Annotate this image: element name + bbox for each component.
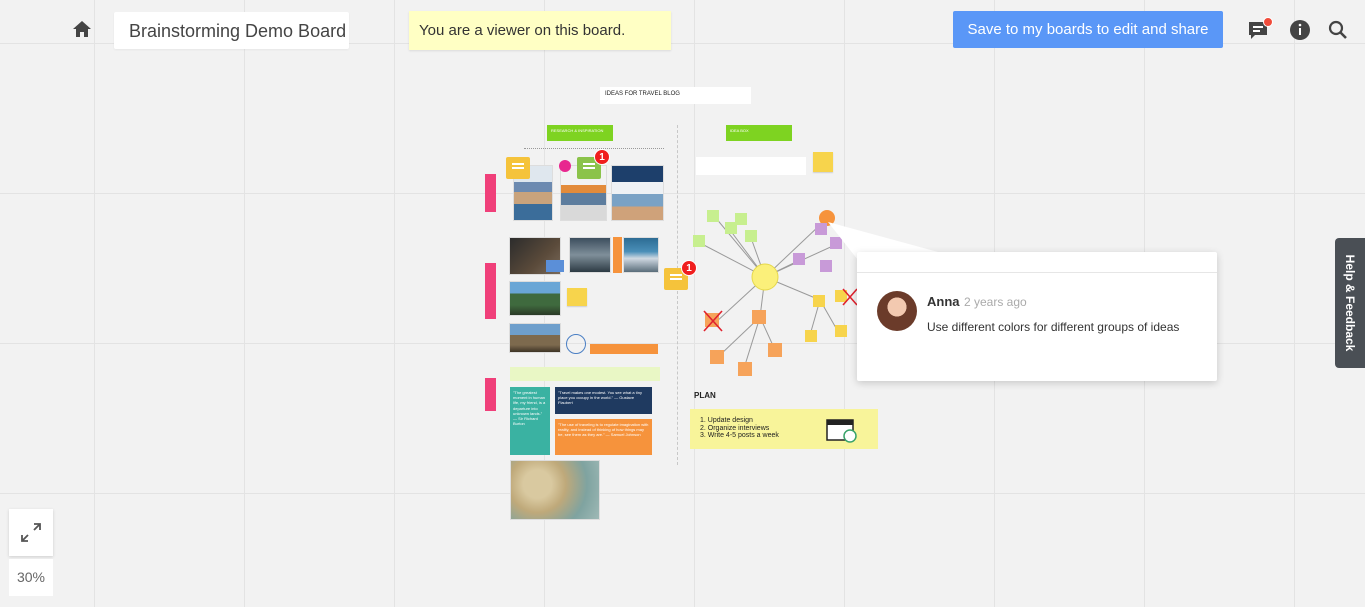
quote-card[interactable]: "Travel makes one modest. You see what a… xyxy=(555,387,652,414)
research-header[interactable]: RESEARCH & INSPIRATION xyxy=(547,125,613,141)
quote-card[interactable]: "The greatest moment in human life, my f… xyxy=(510,387,550,455)
inspiration-picture[interactable] xyxy=(509,323,561,353)
save-to-my-boards-button[interactable]: Save to my boards to edit and share xyxy=(953,11,1223,48)
comment-text: Use different colors for different group… xyxy=(927,320,1180,334)
calendar-icon xyxy=(826,419,857,443)
tag-inspirational-pictures[interactable] xyxy=(485,263,496,319)
quote-banner[interactable] xyxy=(510,367,660,381)
help-feedback-tab[interactable]: Help & Feedback xyxy=(1335,238,1365,368)
popup-divider xyxy=(857,272,1217,273)
quote-card[interactable]: "The use of traveling is to regulate ima… xyxy=(555,419,652,455)
tag-favourites[interactable] xyxy=(485,378,496,411)
globe-icon xyxy=(566,334,586,354)
sticky-note[interactable] xyxy=(813,152,833,172)
comment-count-badge[interactable]: 1 xyxy=(594,149,610,165)
help-feedback-label: Help & Feedback xyxy=(1343,254,1357,352)
comment-marker-icon[interactable] xyxy=(506,157,530,179)
orange-strip xyxy=(613,237,622,273)
inspiration-picture[interactable] xyxy=(623,237,659,273)
sticky-note[interactable] xyxy=(546,260,564,272)
sticker-dot xyxy=(559,160,571,172)
research-caption-line xyxy=(524,148,664,149)
zoom-level: 30% xyxy=(9,559,53,596)
idea-box-header[interactable]: IDEA BOX xyxy=(726,125,792,141)
goal-note[interactable] xyxy=(696,157,806,175)
quote-map-picture[interactable] xyxy=(510,460,600,520)
plan-note[interactable]: 1. Update design 2. Organize interviews … xyxy=(690,409,878,449)
comment-author: Anna xyxy=(927,294,960,309)
expand-icon xyxy=(21,523,41,542)
fit-to-screen-button[interactable] xyxy=(9,509,53,556)
search-icon[interactable] xyxy=(1326,18,1350,42)
avatar xyxy=(877,291,917,331)
frame-divider xyxy=(677,125,678,465)
inspiration-picture[interactable] xyxy=(509,281,561,316)
plan-label: PLAN xyxy=(694,391,716,400)
orange-bar xyxy=(590,344,658,354)
notification-dot xyxy=(1263,17,1273,27)
comment-time: 2 years ago xyxy=(964,295,1027,309)
info-icon[interactable] xyxy=(1288,18,1312,42)
home-icon[interactable] xyxy=(70,17,94,41)
inspiration-picture[interactable] xyxy=(569,237,611,273)
blog-thumbnail[interactable] xyxy=(611,165,664,221)
comment-popup[interactable]: Anna 2 years ago Use different colors fo… xyxy=(857,252,1217,381)
sticky-note[interactable] xyxy=(567,288,587,306)
viewer-notice: You are a viewer on this board. xyxy=(409,11,671,50)
frame-title[interactable]: IDEAS FOR TRAVEL BLOG xyxy=(600,87,751,104)
tag-blogs-ideas[interactable] xyxy=(485,174,496,212)
board-title[interactable]: Brainstorming Demo Board xyxy=(114,12,349,49)
